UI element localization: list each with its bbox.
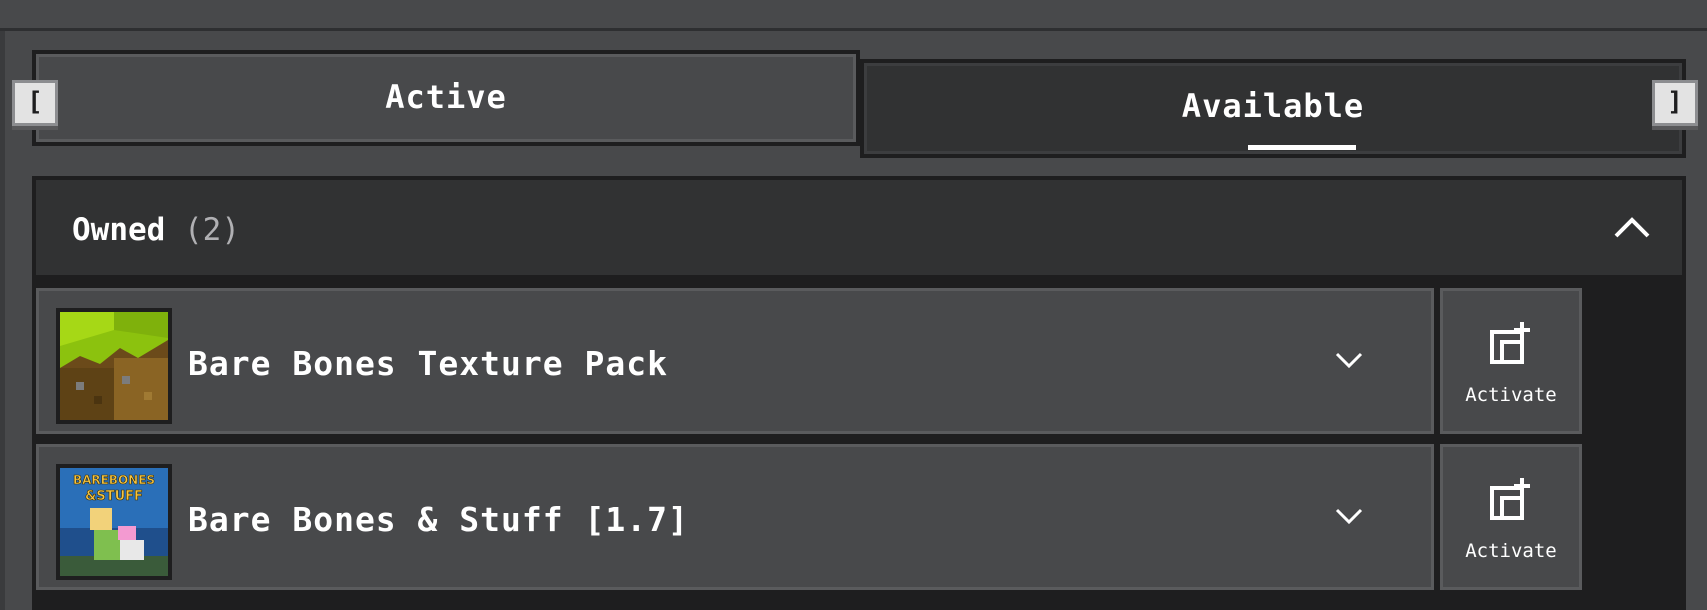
- chevron-down-icon[interactable]: [1334, 504, 1364, 528]
- owned-section-header[interactable]: Owned (2): [36, 180, 1682, 275]
- owned-section: Owned (2) Bare Bones Texture Pack Activa…: [32, 176, 1686, 610]
- list-item: Bare Bones Texture Pack Activate: [36, 288, 1682, 434]
- grass-block-icon: [56, 308, 172, 424]
- barebones-stuff-logo: BAREBONES &STUFF: [56, 464, 172, 580]
- pack-row[interactable]: BAREBONES &STUFF Bare Bones & Stuff [1.7…: [36, 444, 1434, 590]
- activate-label: Activate: [1465, 384, 1557, 406]
- add-pack-icon: [1490, 478, 1530, 520]
- logo-text: BAREBONES: [73, 473, 155, 487]
- top-strip: [0, 0, 1707, 31]
- add-pack-icon: [1490, 322, 1530, 364]
- pack-name: Bare Bones Texture Pack: [188, 344, 668, 383]
- left-edge: [0, 31, 5, 610]
- section-title-text: Owned: [72, 212, 166, 248]
- tab-active-label: Active: [385, 78, 507, 116]
- right-bracket-key-hint[interactable]: ]: [1652, 80, 1698, 126]
- tab-available[interactable]: Available: [860, 59, 1686, 158]
- tab-active[interactable]: Active: [32, 50, 860, 146]
- pack-row[interactable]: Bare Bones Texture Pack: [36, 288, 1434, 434]
- activate-button[interactable]: Activate: [1440, 288, 1582, 434]
- section-count: (2): [184, 212, 240, 248]
- activate-button[interactable]: Activate: [1440, 444, 1582, 590]
- selected-tab-underline: [1248, 145, 1356, 150]
- list-item: BAREBONES &STUFF Bare Bones & Stuff [1.7…: [36, 444, 1682, 590]
- chevron-down-icon[interactable]: [1334, 348, 1364, 372]
- pack-name: Bare Bones & Stuff [1.7]: [188, 500, 689, 539]
- tab-bar: Active Available: [32, 50, 1686, 158]
- tab-available-label: Available: [1181, 87, 1365, 125]
- logo-text-2: &STUFF: [85, 489, 143, 504]
- section-title: Owned (2): [72, 212, 240, 248]
- chevron-up-icon[interactable]: [1612, 212, 1652, 242]
- left-bracket-key-hint[interactable]: [: [12, 80, 58, 126]
- activate-label: Activate: [1465, 540, 1557, 562]
